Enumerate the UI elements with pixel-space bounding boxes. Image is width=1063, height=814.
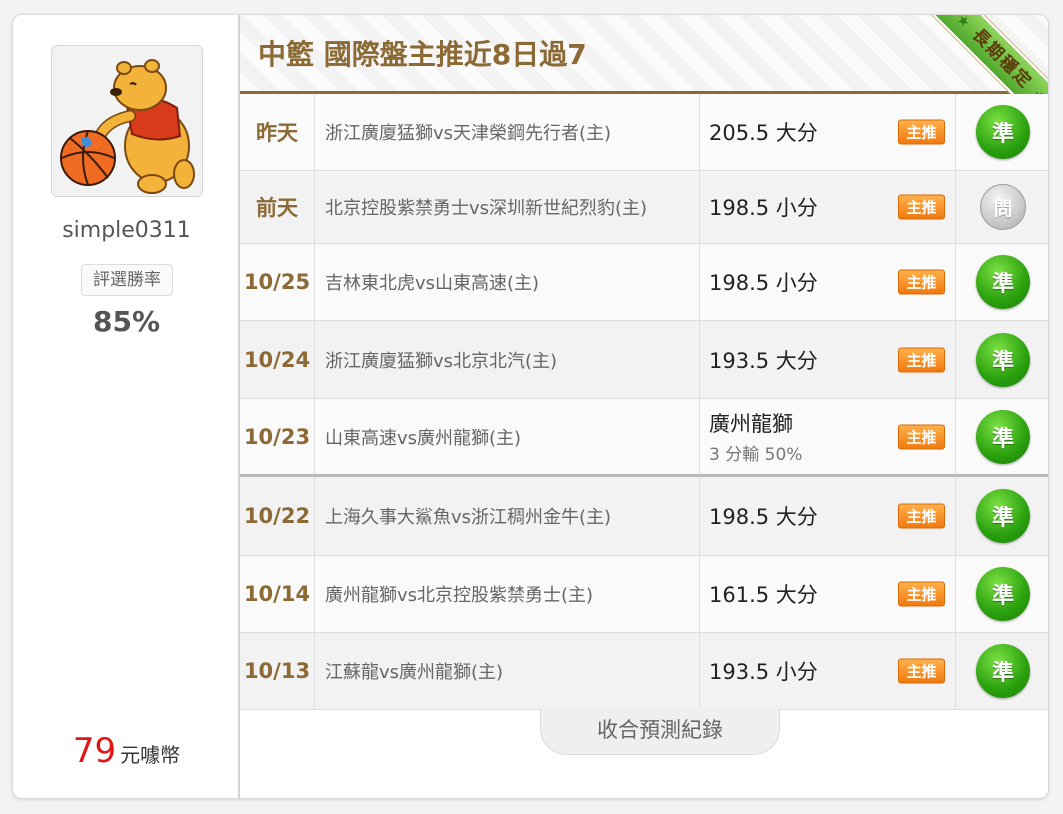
pick-value: 廣州龍獅 [709,412,793,436]
correct-result-icon: 準 [976,409,1030,464]
row-result: 準 [956,244,1048,320]
row-pick: 198.5 小分 主推 [700,171,956,243]
row-pick: 193.5 大分 主推 [700,321,956,398]
row-pick: 161.5 大分 主推 [700,556,956,632]
row-date: 昨天 [240,94,315,170]
coin-amount: 79 [72,731,117,771]
main-pick-badge: 主推 [898,194,945,220]
correct-result-icon: 準 [976,644,1030,698]
row-pick: 廣州龍獅 3 分輸 50% 主推 [700,399,956,474]
table-row: 10/25 吉林東北虎vs山東高速(主) 198.5 小分 主推 準 [240,244,1048,321]
table-row: 前天 北京控股紫禁勇士vs深圳新世紀烈豹(主) 198.5 小分 主推 問 [240,171,1048,244]
avatar[interactable] [51,45,203,197]
correct-result-icon: 準 [976,105,1030,159]
row-match[interactable]: 浙江廣廈猛獅vs北京北汽(主) [315,321,700,398]
pending-result-icon: 問 [980,184,1026,230]
pick-handicap: 3 分輸 50% [709,445,803,465]
table-row: 10/13 江蘇龍vs廣州龍獅(主) 193.5 小分 主推 準 [240,633,1048,710]
row-match[interactable]: 上海久事大鯊魚vs浙江稠州金牛(主) [315,477,700,555]
row-match[interactable]: 浙江廣廈猛獅vs天津榮鋼先行者(主) [315,94,700,170]
table-row: 10/14 廣州龍獅vs北京控股紫禁勇士(主) 161.5 大分 主推 準 [240,556,1048,633]
row-match[interactable]: 吉林東北虎vs山東高速(主) [315,244,700,320]
pick-value: 193.5 大分 [709,348,818,373]
row-pick: 198.5 大分 主推 [700,477,956,555]
username[interactable]: simple0311 [13,218,240,243]
main-pick-badge: 主推 [898,347,945,372]
star-icon: ★ [952,14,975,33]
prediction-panel: 中籃 國際盤主推近8日過7 ★ 長期穩定 ★ 昨天 浙江廣廈猛獅vs天津榮鋼先行… [240,14,1048,798]
row-date: 10/22 [240,477,315,555]
main-pick-badge: 主推 [898,424,945,449]
row-date: 10/14 [240,556,315,632]
row-pick: 205.5 大分 主推 [700,94,956,170]
coin-unit: 元噱幣 [120,743,181,767]
main-pick-badge: 主推 [898,269,945,295]
row-result: 準 [956,477,1048,555]
row-match[interactable]: 北京控股紫禁勇士vs深圳新世紀烈豹(主) [315,171,700,243]
row-date: 10/13 [240,633,315,709]
pooh-basketball-avatar-image [52,46,202,196]
main-pick-badge: 主推 [898,119,945,145]
row-result: 準 [956,399,1048,474]
row-result: 準 [956,321,1048,398]
row-pick: 198.5 小分 主推 [700,244,956,320]
pick-value: 193.5 小分 [709,660,818,684]
pick-value: 198.5 大分 [709,505,818,529]
correct-result-icon: 準 [976,489,1030,543]
row-pick: 193.5 小分 主推 [700,633,956,709]
table-row: 10/24 浙江廣廈猛獅vs北京北汽(主) 193.5 大分 主推 準 [240,321,1048,399]
panel-title: 中籃 國際盤主推近8日過7 [258,38,587,71]
row-result: 準 [956,633,1048,709]
table-row: 10/23 山東高速vs廣州龍獅(主) 廣州龍獅 3 分輸 50% 主推 準 [240,399,1048,477]
row-result: 問 [956,171,1048,243]
user-panel: simple0311 評選勝率 85% 79 元噱幣 [13,15,240,798]
row-date: 10/24 [240,321,315,398]
ribbon-label: 長期穩定 [968,25,1036,93]
main-pick-badge: 主推 [898,658,945,684]
table-row: 10/22 上海久事大鯊魚vs浙江稠州金牛(主) 198.5 大分 主推 準 [240,477,1048,556]
pick-value: 198.5 小分 [709,196,818,220]
row-match[interactable]: 廣州龍獅vs北京控股紫禁勇士(主) [315,556,700,632]
table-row: 昨天 浙江廣廈猛獅vs天津榮鋼先行者(主) 205.5 大分 主推 準 [240,94,1048,171]
coin-balance: 79 元噱幣 [13,731,240,771]
correct-result-icon: 準 [976,332,1030,387]
main-pick-badge: 主推 [898,581,945,607]
row-date: 10/25 [240,244,315,320]
win-rate-label: 評選勝率 [81,264,173,296]
row-date: 前天 [240,171,315,243]
win-rate-value: 85% [92,305,161,338]
pick-value: 161.5 大分 [709,583,818,607]
row-match[interactable]: 江蘇龍vs廣州龍獅(主) [315,633,700,709]
collapse-records-button[interactable]: 收合預測紀錄 [540,709,780,755]
correct-result-icon: 準 [976,255,1030,309]
pick-value: 198.5 小分 [709,271,818,295]
row-date: 10/23 [240,399,315,474]
main-pick-badge: 主推 [898,503,945,529]
row-match[interactable]: 山東高速vs廣州龍獅(主) [315,399,700,474]
correct-result-icon: 準 [976,567,1030,621]
row-result: 準 [956,556,1048,632]
row-result: 準 [956,94,1048,170]
pick-value: 205.5 大分 [709,121,818,145]
tipster-card: simple0311 評選勝率 85% 79 元噱幣 中籃 國際盤主推近8日過7 … [12,14,1049,799]
